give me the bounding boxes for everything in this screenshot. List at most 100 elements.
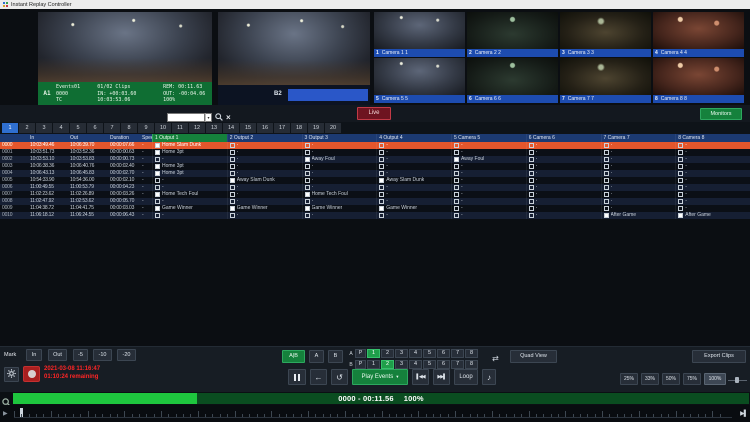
event-cell-1[interactable]: Home 3pt: [152, 163, 227, 170]
settings-button[interactable]: [4, 367, 19, 382]
event-checkbox[interactable]: [305, 171, 310, 176]
event-cell-5[interactable]: -: [451, 177, 526, 184]
bank-camera-4-button[interactable]: 4: [409, 360, 422, 369]
event-checkbox[interactable]: [155, 178, 160, 183]
record-button[interactable]: [23, 366, 40, 382]
tab-9[interactable]: 9: [138, 123, 154, 133]
event-cell-3[interactable]: Home Tech Foul: [302, 191, 377, 198]
event-checkbox[interactable]: [379, 157, 384, 162]
search-input[interactable]: [167, 113, 205, 122]
event-checkbox[interactable]: [305, 178, 310, 183]
event-cell-8[interactable]: -: [675, 198, 750, 205]
event-cell-7[interactable]: -: [601, 156, 676, 163]
event-cell-4[interactable]: -: [376, 198, 451, 205]
event-checkbox[interactable]: [604, 213, 609, 218]
camera-cell-6[interactable]: 6Camera 6 6: [467, 58, 558, 103]
event-cell-6[interactable]: -: [526, 156, 601, 163]
previous-event-button[interactable]: ▌◀◀: [412, 369, 429, 385]
bank-camera-6-button[interactable]: 6: [437, 349, 450, 358]
event-checkbox[interactable]: [379, 192, 384, 197]
event-cell-6[interactable]: -: [526, 184, 601, 191]
tab-20[interactable]: 20: [325, 123, 341, 133]
event-cell-2[interactable]: -: [227, 184, 302, 191]
event-cell-8[interactable]: -: [675, 184, 750, 191]
event-cell-1[interactable]: Home 3pt: [152, 170, 227, 177]
bank-camera-5-button[interactable]: 5: [423, 360, 436, 369]
table-row-0003[interactable]: 000310:06:38.3610:06:40.7600:00:02.40-Ho…: [0, 163, 750, 170]
jump-back-button[interactable]: ←: [310, 369, 327, 385]
ab-both-button[interactable]: A|B: [282, 350, 305, 363]
event-cell-1[interactable]: -: [152, 212, 227, 219]
event-cell-7[interactable]: -: [601, 142, 676, 149]
event-checkbox[interactable]: [529, 178, 534, 183]
event-cell-8[interactable]: -: [675, 142, 750, 149]
event-cell-3[interactable]: -: [302, 163, 377, 170]
mark-minus5-button[interactable]: -5: [73, 349, 88, 361]
event-checkbox[interactable]: [155, 213, 160, 218]
table-row-0006[interactable]: 000611:00:49.5511:00:53.7900:00:04.23---…: [0, 184, 750, 191]
tab-16[interactable]: 16: [257, 123, 273, 133]
event-checkbox[interactable]: [379, 178, 384, 183]
next-event-button[interactable]: ▶▶▌: [433, 369, 450, 385]
bank-camera-8-button[interactable]: 8: [465, 349, 478, 358]
event-cell-1[interactable]: Home Slam Dunk: [152, 142, 227, 149]
event-checkbox[interactable]: [454, 206, 459, 211]
loop-button[interactable]: Loop: [454, 369, 478, 385]
tab-8[interactable]: 8: [121, 123, 137, 133]
play-events-button[interactable]: Play Events ▾: [352, 369, 408, 385]
tab-2[interactable]: 2: [19, 123, 35, 133]
tab-11[interactable]: 11: [172, 123, 188, 133]
event-cell-1[interactable]: Game Winner: [152, 205, 227, 212]
camera-cell-3[interactable]: 3Camera 3 3: [560, 12, 651, 57]
event-cell-2[interactable]: -: [227, 149, 302, 156]
event-cell-4[interactable]: -: [376, 191, 451, 198]
event-cell-2[interactable]: Away Slam Dunk: [227, 177, 302, 184]
bank-camera-6-button[interactable]: 6: [437, 360, 450, 369]
event-checkbox[interactable]: [155, 192, 160, 197]
event-cell-7[interactable]: -: [601, 170, 676, 177]
table-row-0001[interactable]: 000110:03:51.7310:03:52.3600:00:00.63-Ho…: [0, 149, 750, 156]
event-checkbox[interactable]: [454, 143, 459, 148]
event-checkbox[interactable]: [529, 199, 534, 204]
event-cell-8[interactable]: -: [675, 205, 750, 212]
event-cell-4[interactable]: -: [376, 142, 451, 149]
event-checkbox[interactable]: [230, 143, 235, 148]
event-cell-6[interactable]: -: [526, 177, 601, 184]
event-checkbox[interactable]: [678, 192, 683, 197]
event-cell-2[interactable]: -: [227, 212, 302, 219]
table-row-0010[interactable]: 001011:06:18.1211:06:24.5500:00:06.43---…: [0, 212, 750, 219]
event-checkbox[interactable]: [454, 164, 459, 169]
zoom-25-button[interactable]: 25%: [620, 373, 638, 385]
event-checkbox[interactable]: [230, 213, 235, 218]
event-cell-2[interactable]: -: [227, 142, 302, 149]
event-checkbox[interactable]: [379, 171, 384, 176]
event-cell-4[interactable]: -: [376, 163, 451, 170]
chevron-down-icon[interactable]: ▾: [205, 113, 212, 122]
event-cell-1[interactable]: Home Tech Foul: [152, 191, 227, 198]
event-cell-8[interactable]: -: [675, 149, 750, 156]
event-checkbox[interactable]: [155, 171, 160, 176]
event-checkbox[interactable]: [678, 199, 683, 204]
camera-cell-5[interactable]: 5Camera 5 5: [374, 58, 465, 103]
table-row-0007[interactable]: 000711:02:23.6211:02:26.8900:00:03.26-Ho…: [0, 191, 750, 198]
event-checkbox[interactable]: [230, 171, 235, 176]
tab-15[interactable]: 15: [240, 123, 256, 133]
tab-6[interactable]: 6: [87, 123, 103, 133]
tab-3[interactable]: 3: [36, 123, 52, 133]
event-checkbox[interactable]: [305, 185, 310, 190]
clip-progress-bar[interactable]: 0000 - 00:11.56 100%: [13, 393, 749, 404]
event-checkbox[interactable]: [155, 199, 160, 204]
swap-icon[interactable]: ⇄: [492, 354, 499, 363]
event-checkbox[interactable]: [678, 171, 683, 176]
event-checkbox[interactable]: [155, 164, 160, 169]
skip-to-end-icon[interactable]: ▶▌: [740, 410, 747, 417]
event-checkbox[interactable]: [155, 185, 160, 190]
event-checkbox[interactable]: [230, 192, 235, 197]
event-checkbox[interactable]: [454, 213, 459, 218]
monitors-button[interactable]: Monitors: [700, 108, 742, 120]
event-cell-8[interactable]: -: [675, 177, 750, 184]
event-cell-7[interactable]: -: [601, 191, 676, 198]
event-cell-1[interactable]: Home 3pt: [152, 149, 227, 156]
event-cell-5[interactable]: -: [451, 191, 526, 198]
event-checkbox[interactable]: [230, 157, 235, 162]
